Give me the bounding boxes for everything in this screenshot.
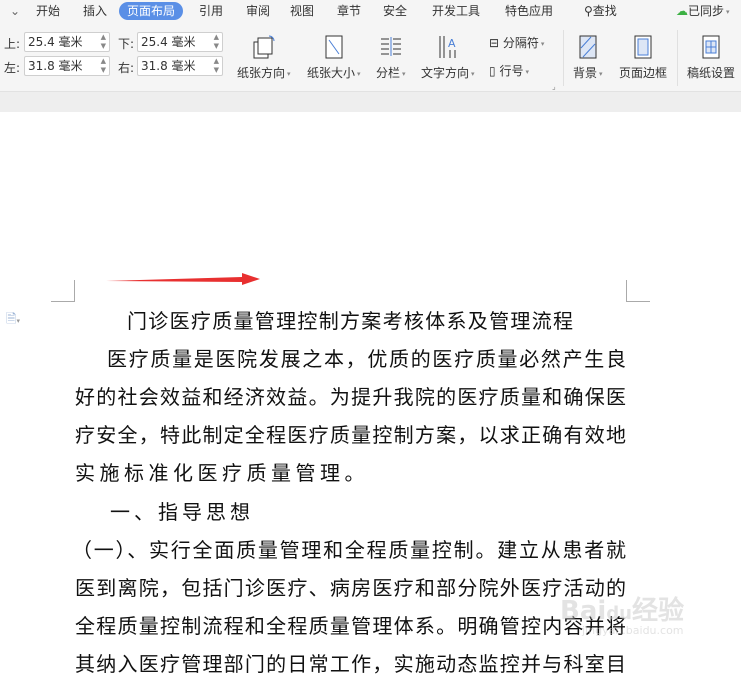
toolbar-divider (0, 92, 741, 112)
search-button[interactable]: ⚲查找 (576, 2, 625, 20)
top-margin-input[interactable]: 25.4 毫米 ▲ ▼ (24, 32, 110, 52)
document-line: 实施标准化医疗质量管理。 (75, 461, 369, 485)
watermark-logo: Baidu经验 (560, 596, 684, 626)
tab-chapter[interactable]: 章节 (329, 2, 369, 20)
paper-size-button[interactable]: 纸张大小 ▾ (307, 34, 361, 81)
line-numbers-button[interactable]: ▯ 行号 ▾ (489, 62, 529, 79)
paper-size-icon (325, 35, 343, 59)
bottom-margin-input[interactable]: 25.4 毫米 ▲ ▼ (137, 32, 223, 52)
bottom-margin-label: 下: (118, 37, 135, 51)
text-direction-icon: A (439, 36, 456, 58)
manuscript-grid-icon (702, 35, 720, 59)
text-direction-button[interactable]: A 文字方向 ▾ (421, 34, 475, 81)
breaks-icon: ⊟ (489, 36, 500, 50)
tab-start[interactable]: 开始 (28, 2, 68, 20)
sync-status[interactable]: ☁已同步 ▾ (668, 2, 738, 20)
document-line: 医到离院，包括门诊医疗、病房医疗和部分院外医疗活动的 (75, 576, 626, 600)
annotation-arrow (106, 273, 260, 285)
left-margin-input[interactable]: 31.8 毫米 ▲ ▼ (24, 56, 110, 76)
collapse-ribbon-icon[interactable]: ⌄ (2, 2, 28, 20)
svg-text:A: A (448, 37, 456, 50)
orientation-button[interactable]: 纸张方向 ▾ (237, 34, 291, 81)
columns-icon (380, 37, 401, 56)
document-line: 医疗质量是医院发展之本，优质的医疗质量必然产生良 (107, 347, 626, 371)
manuscript-settings-button[interactable]: 稿纸设置 (687, 34, 735, 81)
breaks-button[interactable]: ⊟ 分隔符 ▾ (489, 34, 544, 51)
ribbon-toolbar: 上: 25.4 毫米 ▲ ▼ 下: 25.4 毫米 ▲ ▼ 左: 31.8 毫米 ▲ ▼ 右… (0, 22, 741, 92)
margin-corner-mark-right (626, 280, 650, 302)
page-border-icon (634, 35, 652, 59)
page-setup-launcher-icon[interactable]: ⌟ (552, 82, 556, 91)
background-icon (579, 35, 597, 59)
tab-security[interactable]: 安全 (375, 2, 415, 20)
tab-insert[interactable]: 插入 (75, 2, 115, 20)
search-icon: ⚲ (584, 4, 593, 18)
document-line: 好的社会效益和经济效益。为提升我院的医疗质量和确保医 (75, 385, 626, 409)
line-numbers-icon: ▯ (489, 64, 496, 78)
document-line: 其纳入医疗管理部门的日常工作，实施动态监控并与科室目 (75, 652, 626, 676)
right-margin-label: 右: (118, 61, 135, 75)
tab-view[interactable]: 视图 (282, 2, 322, 20)
paragraph-menu-icon[interactable]: 🗎▾ (6, 310, 20, 332)
cloud-sync-icon: ☁ (676, 4, 688, 18)
document-line: 全程质量控制流程和全程质量管理体系。明确管控内容并将 (75, 614, 626, 638)
tab-page-layout[interactable]: 页面布局 (119, 2, 184, 20)
page-border-button[interactable]: 页面边框 (619, 34, 667, 81)
left-margin-label: 左: (4, 61, 21, 75)
section-heading: 一、指导思想 (110, 500, 254, 524)
document-title: 门诊医疗质量管理控制方案考核体系及管理流程 (127, 309, 573, 333)
tab-special-apps[interactable]: 特色应用 (497, 2, 561, 20)
document-line: （一）、实行全面质量管理和全程质量控制。建立从患者就 (72, 538, 626, 562)
margin-corner-mark-left (51, 280, 75, 302)
background-button[interactable]: 背景 ▾ (573, 34, 603, 81)
top-margin-label: 上: (4, 37, 21, 51)
tab-developer[interactable]: 开发工具 (424, 2, 488, 20)
watermark-url: jingyan.baidu.com (582, 624, 684, 637)
tab-references[interactable]: 引用 (191, 2, 231, 20)
document-line: 疗安全，特此制定全程医疗质量控制方案，以求正确有效地 (75, 423, 626, 447)
tab-review[interactable]: 审阅 (238, 2, 278, 20)
menu-tab-bar: ⌄ 开始 插入 页面布局 引用 审阅 视图 章节 安全 开发工具 特色应用 ⚲查… (0, 0, 741, 22)
right-margin-input[interactable]: 31.8 毫米 ▲ ▼ (137, 56, 223, 76)
columns-button[interactable]: 分栏 ▾ (376, 34, 406, 81)
orientation-icon (253, 35, 275, 59)
